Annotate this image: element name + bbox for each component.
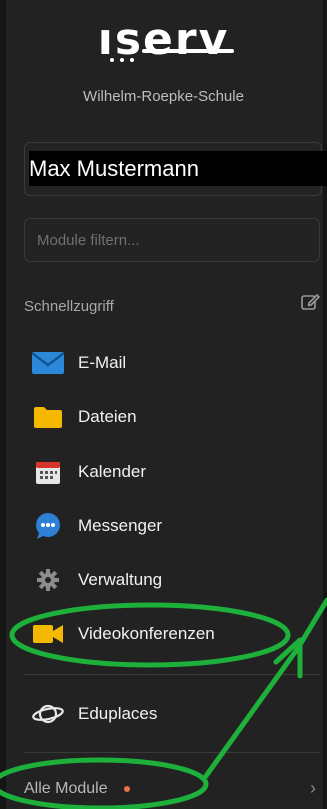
annotation-ellipse-modules bbox=[0, 757, 209, 809]
annotation-arrow-line bbox=[203, 597, 327, 779]
annotation-overlay bbox=[0, 597, 327, 809]
annotation-ellipse-video bbox=[9, 602, 291, 668]
